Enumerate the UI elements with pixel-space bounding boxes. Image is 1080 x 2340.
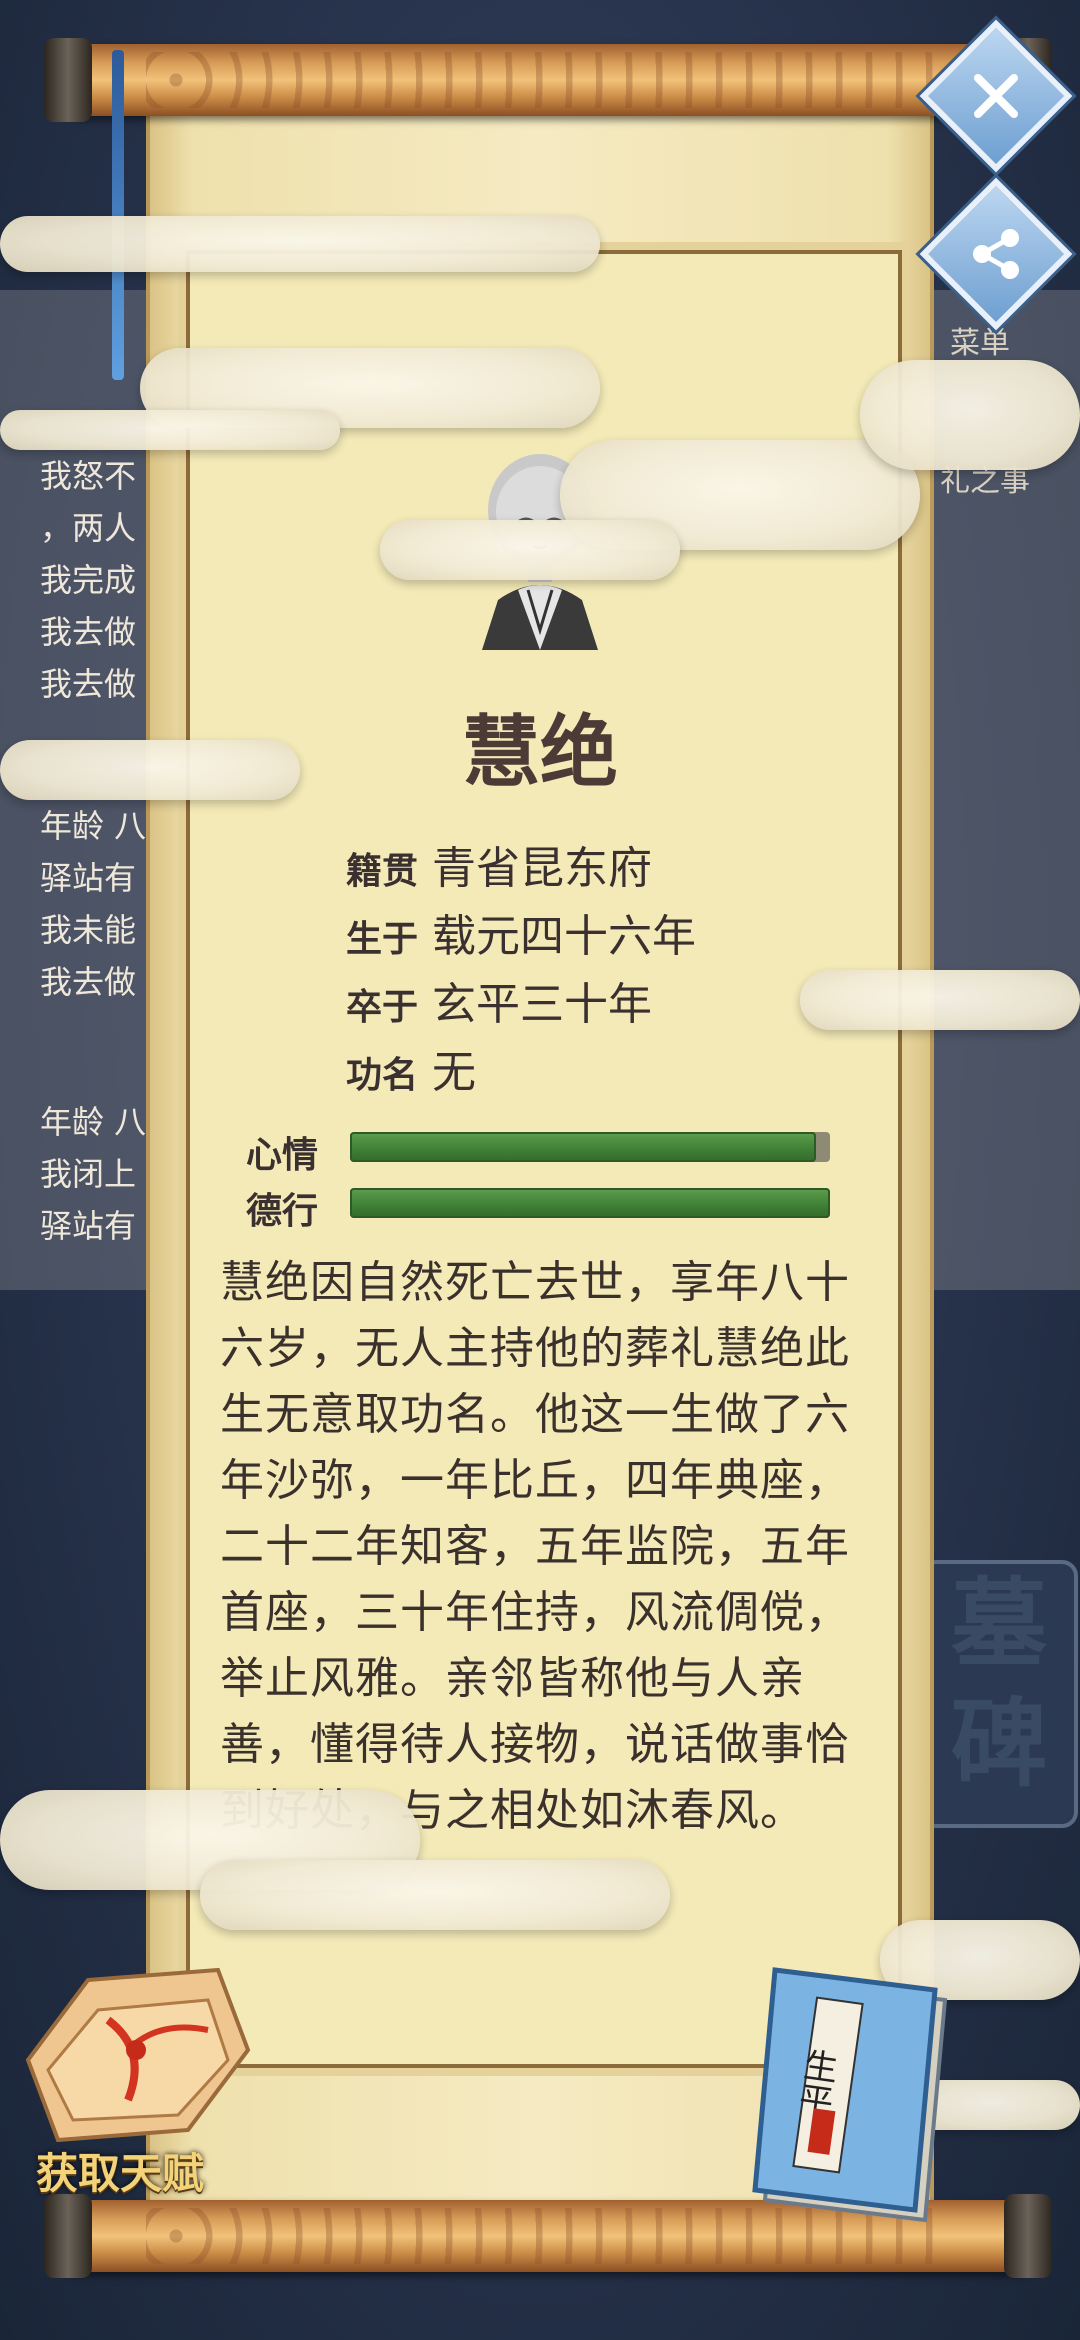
cloud-decoration [380, 520, 680, 580]
stele-button[interactable]: 墓碑 [920, 1560, 1078, 1828]
info-row-rank: 功名无 [346, 1036, 477, 1098]
log-line: 我去做 [40, 613, 137, 651]
cloud-decoration [200, 1860, 670, 1930]
log-line: 我完成 [40, 561, 137, 599]
character-biography: 慧绝因自然死亡去世，享年八十六岁，无人主持他的葬礼慧绝此生无意取功名。他这一生做… [220, 1257, 850, 1836]
info-row-born: 生于 载元四十六年 [346, 900, 697, 962]
info-key: 生于 [346, 919, 419, 960]
cloud-decoration [860, 360, 1080, 470]
info-value: 无 [432, 1047, 477, 1098]
info-key: 籍贯 [346, 851, 419, 892]
log-line: 驿站有 [40, 859, 137, 897]
info-key: 功名 [346, 1055, 419, 1096]
log-line: 我去做 [40, 963, 137, 1001]
mood-label: 心情 [246, 1135, 319, 1176]
virtue-label: 德行 [246, 1191, 319, 1232]
info-row-hometown: 籍贯 青省昆东府 [346, 832, 653, 894]
get-talent-label: 获取天赋 [36, 2149, 205, 2198]
cloud-decoration [0, 216, 600, 272]
log-line: 我怒不 [40, 457, 137, 495]
log-line: 我去做 [40, 665, 137, 703]
scroll-top-rod [44, 38, 1052, 122]
info-value: 青省昆东府 [432, 843, 653, 894]
biography-book-button[interactable]: 生平 [745, 1960, 965, 2230]
log-line: ，两人 [40, 509, 137, 547]
share-icon [973, 229, 1019, 279]
cloud-decoration [0, 410, 340, 450]
log-line: 我闭上 [40, 1155, 137, 1193]
log-age-header: 年龄 八 [40, 1103, 147, 1141]
cloud-decoration [800, 970, 1080, 1030]
close-icon [974, 74, 1018, 118]
info-value: 载元四十六年 [432, 911, 697, 962]
info-row-died: 卒于 玄平三十年 [346, 968, 653, 1030]
cloud-decoration [0, 740, 300, 800]
info-value: 玄平三十年 [432, 979, 653, 1030]
tassel-ornament [112, 50, 124, 380]
mood-bar [350, 1132, 830, 1162]
info-key: 卒于 [346, 987, 419, 1028]
log-age-header: 年龄 八 [40, 807, 147, 845]
log-line: 我未能 [40, 911, 137, 949]
log-line: 驿站有 [40, 1207, 137, 1245]
virtue-bar [350, 1188, 830, 1218]
scroll-bundle-icon [25, 1967, 251, 2143]
virtue-bar-fill [350, 1188, 830, 1218]
mood-bar-fill [350, 1132, 816, 1162]
